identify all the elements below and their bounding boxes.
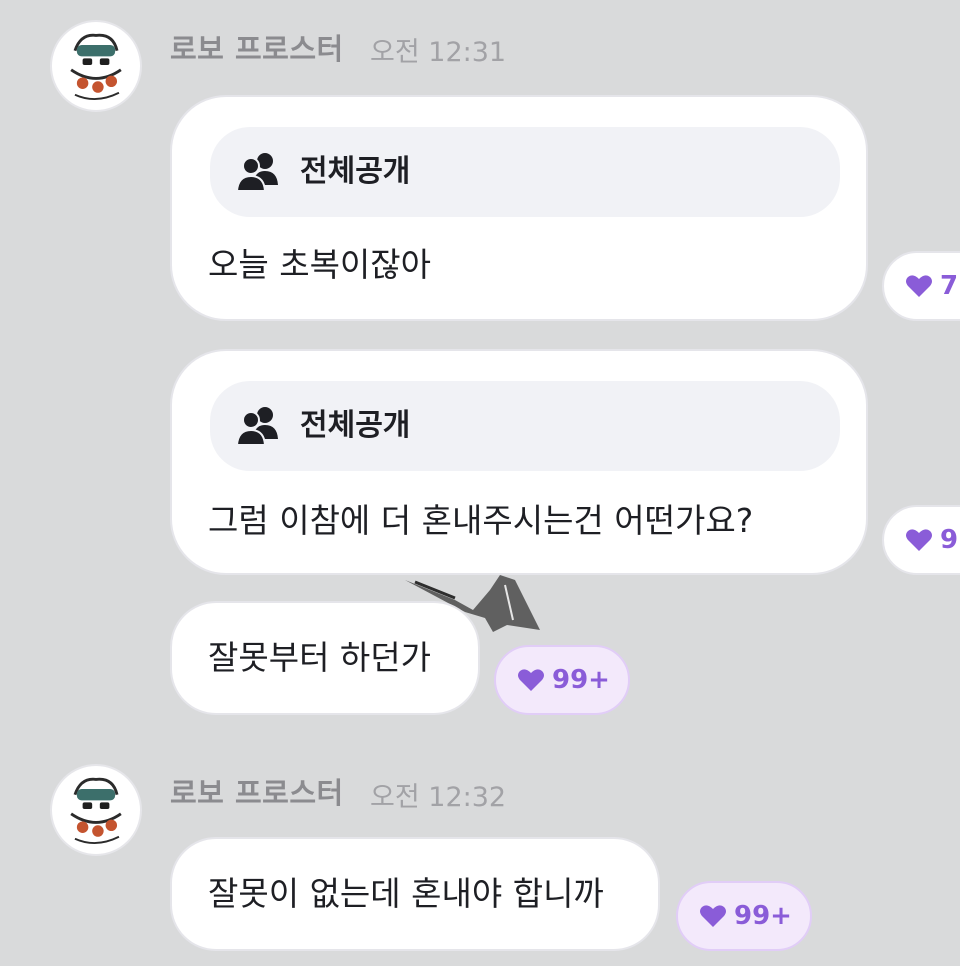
sender-name: 로보 프로스터 xyxy=(170,32,344,66)
visibility-tag: 전체공개 xyxy=(210,127,840,217)
reaction-button[interactable]: 99+ xyxy=(676,881,812,951)
reaction-button[interactable]: 99+ xyxy=(494,645,630,715)
reaction-count: 99+ xyxy=(734,901,792,931)
reaction-count: 99+ xyxy=(552,665,610,695)
people-icon xyxy=(235,151,280,193)
visibility-label: 전체공개 xyxy=(300,154,411,189)
message-bubble[interactable]: 잘못이 없는데 혼내야 합니까 xyxy=(170,837,660,951)
message-text: 잘못부터 하던가 xyxy=(208,638,432,677)
visibility-label: 전체공개 xyxy=(300,408,411,443)
heart-icon xyxy=(906,274,932,298)
sender-name: 로보 프로스터 xyxy=(170,776,344,810)
avatar[interactable] xyxy=(50,20,142,112)
message-bubble[interactable]: 전체공개 그럼 이참에 더 혼내주시는건 어떤가요? xyxy=(170,349,868,575)
message-bubble[interactable]: 잘못부터 하던가 xyxy=(170,601,480,715)
people-icon xyxy=(235,405,280,447)
message-time: 오전 12:31 xyxy=(370,37,507,68)
reaction-count: 9 xyxy=(940,525,959,555)
reaction-button[interactable]: 9 xyxy=(882,505,960,575)
heart-icon xyxy=(906,528,932,552)
heart-icon xyxy=(700,904,726,928)
reaction-count: 71 xyxy=(940,271,960,301)
message-text: 오늘 초복이잖아 xyxy=(208,245,432,284)
visibility-tag: 전체공개 xyxy=(210,381,840,471)
message-time: 오전 12:32 xyxy=(370,782,507,813)
message-bubble[interactable]: 전체공개 오늘 초복이잖아 xyxy=(170,95,868,321)
reaction-button[interactable]: 71 xyxy=(882,251,960,321)
message-text: 잘못이 없는데 혼내야 합니까 xyxy=(208,874,604,913)
heart-icon xyxy=(518,668,544,692)
avatar[interactable] xyxy=(50,764,142,856)
message-text: 그럼 이참에 더 혼내주시는건 어떤가요? xyxy=(208,501,754,540)
